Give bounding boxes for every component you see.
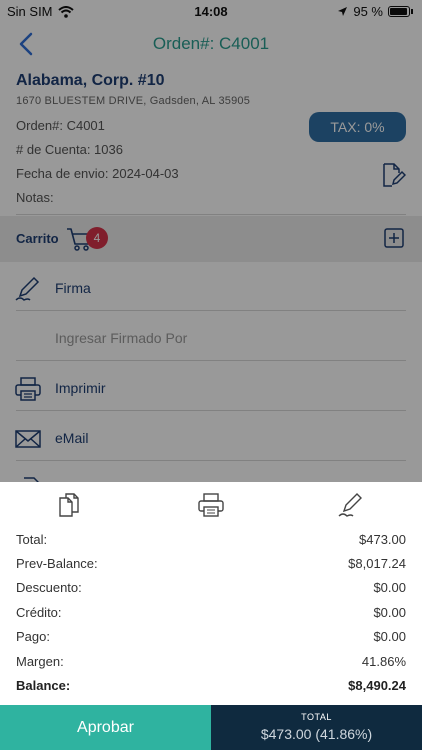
approve-button[interactable]: Aprobar [0,705,211,750]
summary-row-credit: Crédito: $0.00 [16,605,406,629]
summary-row-prev-balance: Prev-Balance: $8,017.24 [16,556,406,580]
summary-value: $8,017.24 [348,556,406,571]
summary-key: Prev-Balance: [16,556,98,571]
pen-icon[interactable] [337,492,365,518]
summary-row-total: Total: $473.00 [16,532,406,556]
total-display: TOTAL $473.00 (41.86%) [211,705,422,750]
summary-row-balance: Balance: $8,490.24 [16,678,406,702]
printer-icon[interactable] [197,492,225,518]
summary-row-discount: Descuento: $0.00 [16,580,406,604]
summary-key: Balance: [16,678,71,693]
summary-key: Crédito: [16,605,62,620]
summary-row-payment: Pago: $0.00 [16,629,406,653]
total-value: $473.00 (41.86%) [260,726,373,742]
summary-value: $0.00 [373,580,406,595]
summary-key: Pago: [16,629,50,644]
summary-row-margin: Margen: 41.86% [16,654,406,678]
summary-value: 41.86% [361,654,406,669]
summary-value: $8,490.24 [348,678,406,693]
summary-value: $0.00 [373,605,406,620]
summary-key: Total: [16,532,48,547]
summary-key: Margen: [16,654,64,669]
copy-document-icon[interactable] [57,492,85,518]
summary-value: $473.00 [359,532,406,547]
summary-key: Descuento: [16,580,82,595]
sheet-actions [0,482,422,522]
total-label: TOTAL [301,712,332,722]
summary-value: $0.00 [373,629,406,644]
